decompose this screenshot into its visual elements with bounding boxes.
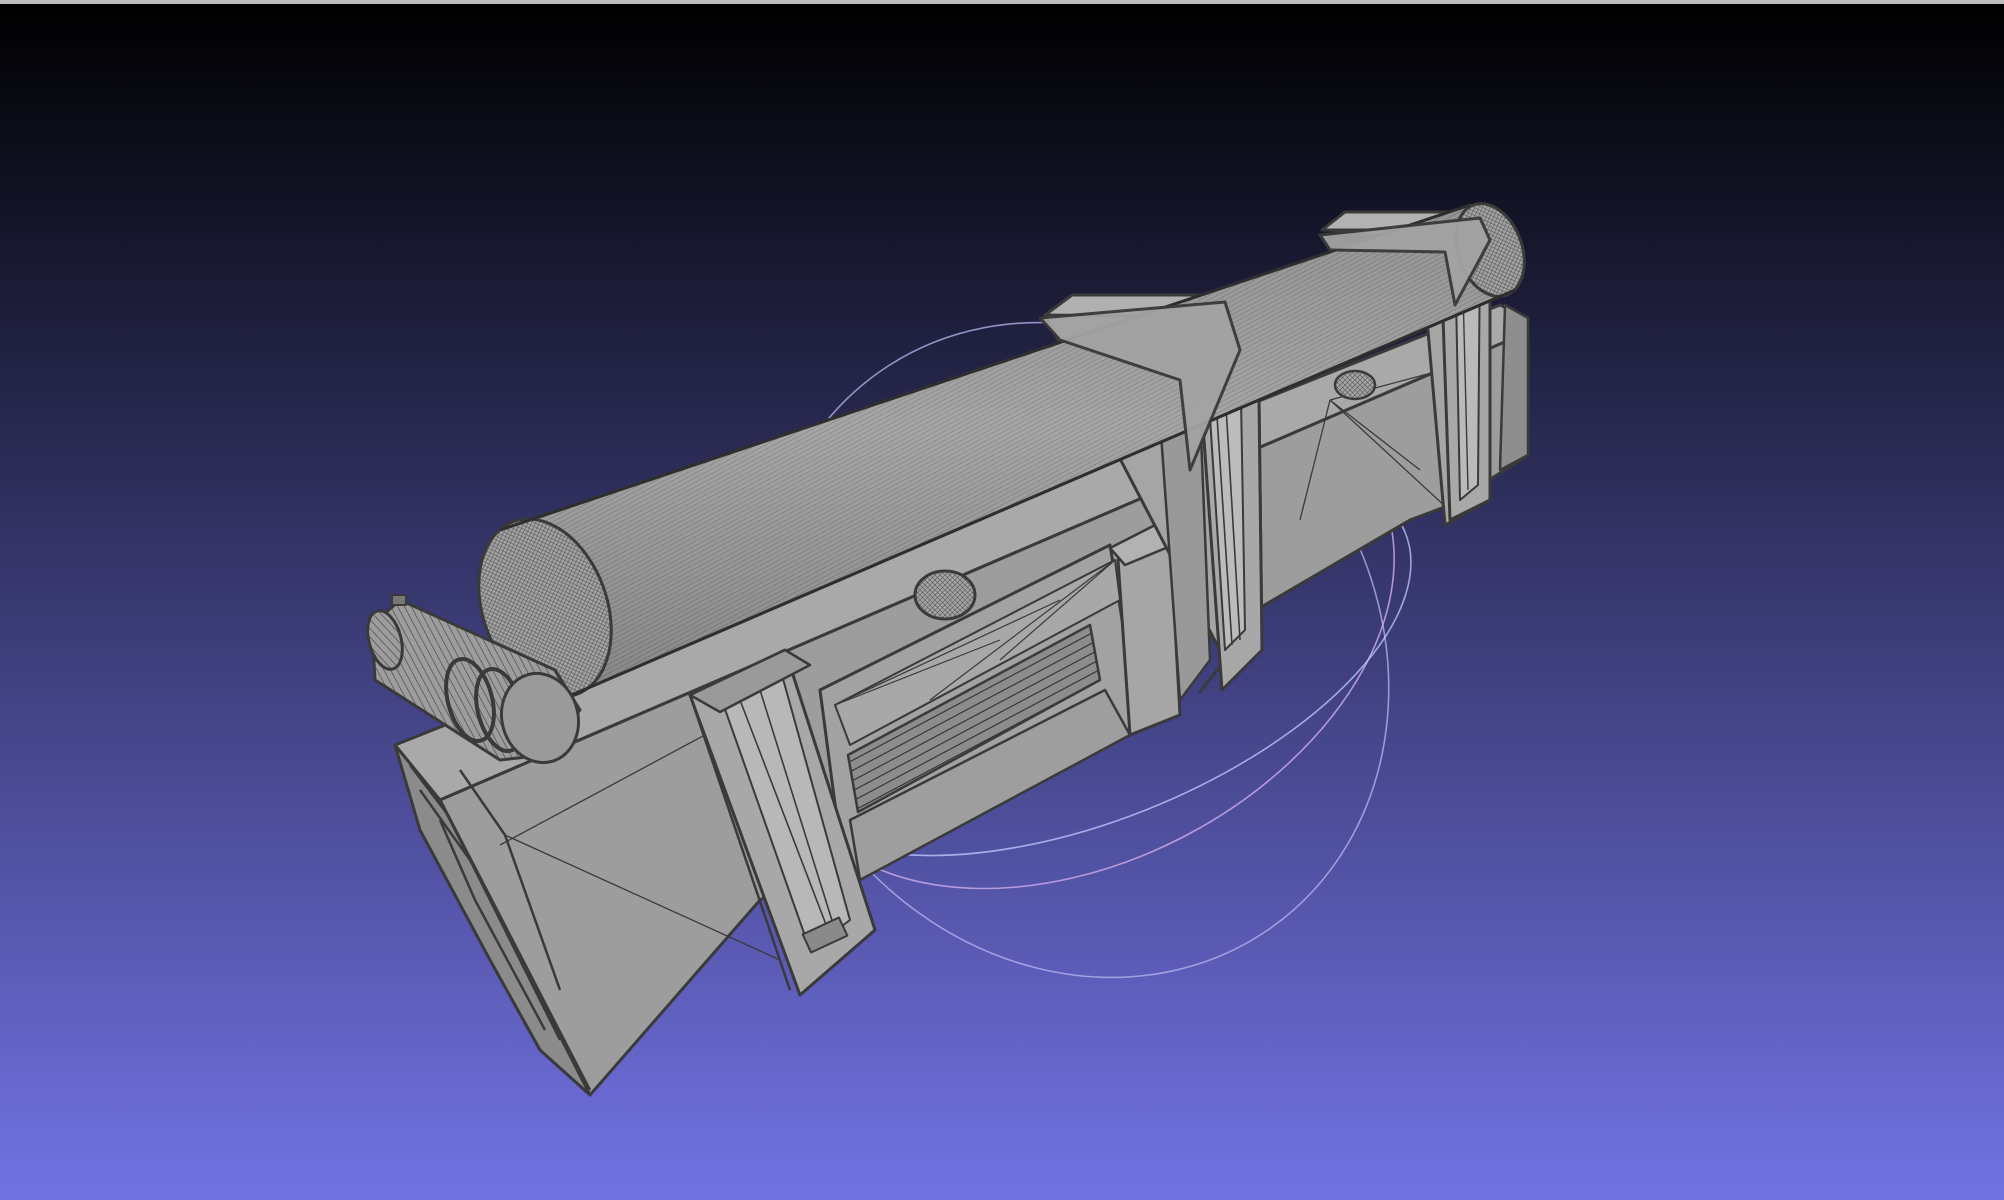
base-block-right-end (1498, 303, 1530, 472)
3d-viewport[interactable] (0, 0, 2004, 1200)
rendered-scene[interactable] (0, 0, 2004, 1200)
